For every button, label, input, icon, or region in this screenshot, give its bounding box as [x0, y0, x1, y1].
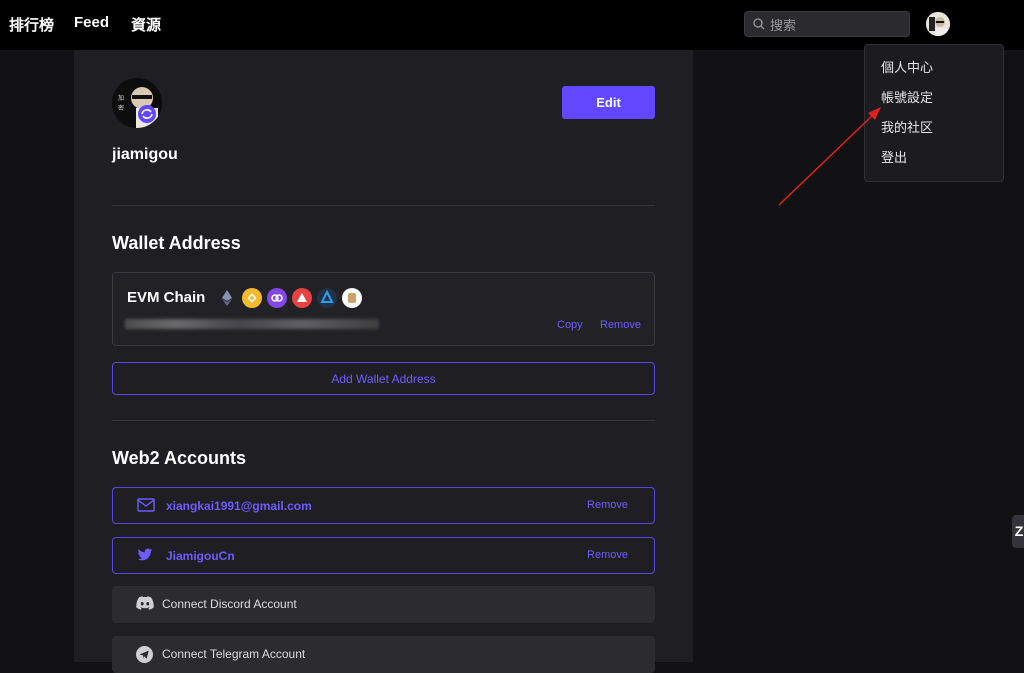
menu-item-profile[interactable]: 個人中心: [865, 57, 1003, 87]
wallet-address-blurred: [125, 319, 379, 329]
web2-section-title: Web2 Accounts: [112, 448, 247, 468]
telegram-icon: [136, 646, 153, 663]
email-account-row: xiangkai1991@gmail.com Remove: [112, 487, 655, 524]
side-tab[interactable]: Z: [1012, 515, 1024, 548]
connect-discord-button[interactable]: Connect Discord Account: [112, 586, 655, 623]
wallet-section-title: Wallet Address: [112, 233, 241, 253]
divider: [112, 205, 655, 206]
twitter-handle: JiamigouCn: [166, 549, 235, 563]
twitter-icon: [137, 548, 153, 561]
search-placeholder: 搜索: [770, 17, 797, 33]
nav-feed[interactable]: Feed: [74, 14, 109, 31]
profile-avatar: 加 密: [112, 78, 162, 128]
twitter-account-row: JiamigouCn Remove: [112, 537, 655, 574]
connect-discord-label: Connect Discord Account: [162, 597, 297, 611]
remove-twitter-link[interactable]: Remove: [587, 549, 628, 561]
user-dropdown-menu: 個人中心 帳號設定 我的社区 登出: [864, 44, 1004, 182]
svg-text:加: 加: [118, 94, 124, 102]
connect-telegram-button[interactable]: Connect Telegram Account: [112, 636, 655, 673]
user-avatar-menu-toggle[interactable]: [926, 12, 950, 36]
email-icon: [137, 498, 155, 512]
menu-item-account-settings[interactable]: 帳號設定: [865, 87, 1003, 117]
polygon-icon: [267, 288, 287, 308]
copy-address-link[interactable]: Copy: [557, 319, 583, 331]
menu-item-my-community[interactable]: 我的社区: [865, 117, 1003, 147]
wallet-card: EVM Chain Copy Remove: [112, 272, 655, 346]
remove-email-link[interactable]: Remove: [587, 499, 628, 511]
arbitrum-icon: [317, 288, 337, 308]
connect-telegram-label: Connect Telegram Account: [162, 647, 306, 661]
nav-leaderboard[interactable]: 排行榜: [9, 14, 54, 35]
menu-item-logout[interactable]: 登出: [865, 147, 1003, 177]
avalanche-icon: [292, 288, 312, 308]
username: jiamigou: [112, 146, 178, 163]
avatar: [926, 12, 950, 36]
scroll-icon: [342, 288, 362, 308]
bnb-icon: [242, 288, 262, 308]
discord-icon: [136, 596, 154, 610]
add-wallet-address-button[interactable]: Add Wallet Address: [112, 362, 655, 395]
search-input[interactable]: 搜索: [744, 11, 910, 37]
edit-profile-button[interactable]: Edit: [562, 86, 655, 119]
nav-resources[interactable]: 資源: [131, 14, 161, 35]
divider: [112, 420, 655, 421]
chain-icons: [217, 288, 362, 308]
ethereum-icon: [222, 290, 232, 306]
email-value: xiangkai1991@gmail.com: [166, 499, 312, 513]
top-navigation-bar: 排行榜 Feed 資源 搜索: [0, 0, 1024, 50]
remove-wallet-link[interactable]: Remove: [600, 319, 641, 331]
chain-name: EVM Chain: [127, 289, 206, 306]
svg-text:密: 密: [118, 104, 124, 112]
search-icon: [753, 18, 765, 30]
